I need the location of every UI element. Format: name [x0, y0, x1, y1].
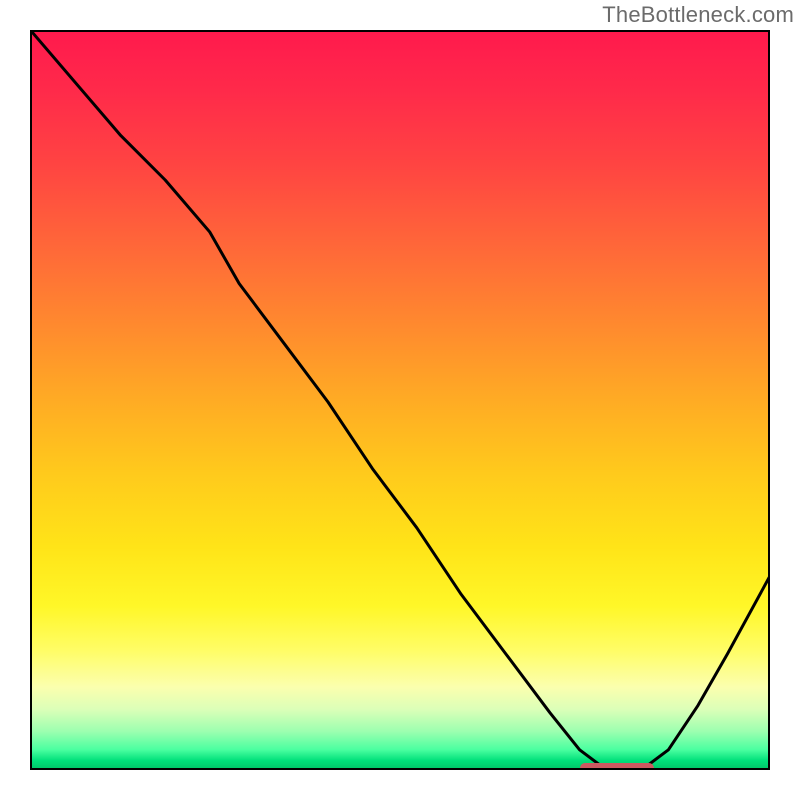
bottleneck-chart: TheBottleneck.com: [0, 0, 800, 800]
optimal-range-marker: [580, 763, 654, 770]
watermark-label: TheBottleneck.com: [602, 2, 794, 28]
bottleneck-curve: [32, 32, 770, 770]
curve-svg: [32, 32, 770, 770]
plot-area: [30, 30, 770, 770]
